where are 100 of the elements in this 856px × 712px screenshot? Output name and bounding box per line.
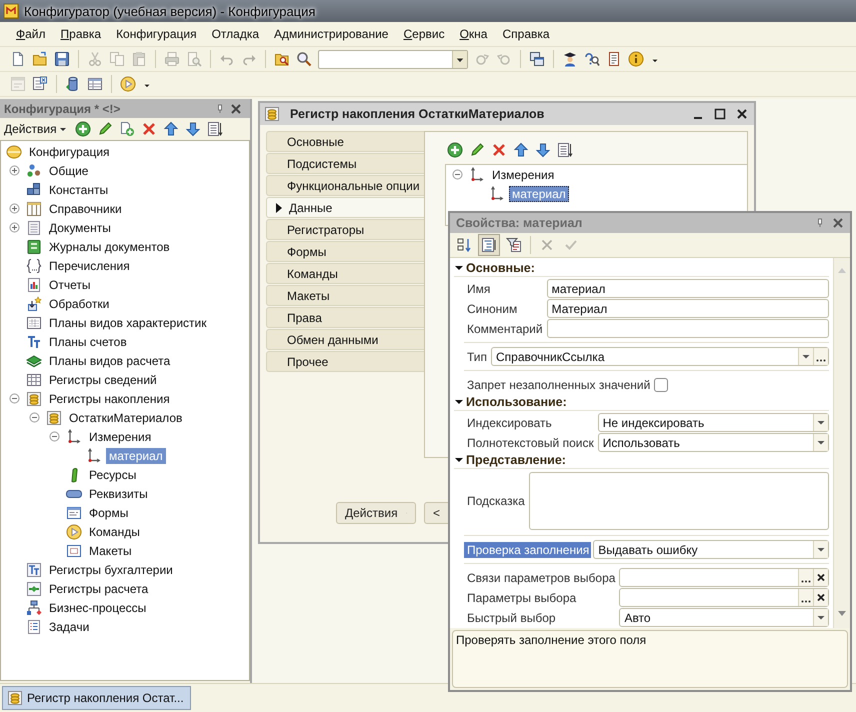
property-label[interactable]: Тип xyxy=(464,348,490,364)
graduate-icon[interactable] xyxy=(562,51,578,67)
group-toggle-icon[interactable] xyxy=(454,397,464,407)
arrow-down-icon[interactable] xyxy=(184,121,201,137)
tree-item[interactable]: Журналы документов xyxy=(46,238,173,254)
tab[interactable]: Обмен данными xyxy=(266,329,424,350)
menu-item[interactable]: Сервис xyxy=(403,27,453,41)
clear-button[interactable] xyxy=(813,589,828,606)
tree-item[interactable]: Перечисления xyxy=(46,258,133,274)
select-field[interactable]: Авто xyxy=(619,608,829,627)
ellipsis-button[interactable] xyxy=(798,569,813,586)
tree-item[interactable]: Команды xyxy=(86,524,143,540)
ellipsis-button[interactable] xyxy=(813,348,828,365)
property-label[interactable]: Полнотекстовый поиск xyxy=(464,434,596,450)
tree-item[interactable]: Константы xyxy=(46,182,112,198)
book-icon[interactable] xyxy=(606,51,622,67)
choice-field[interactable] xyxy=(619,588,829,607)
add-icon[interactable] xyxy=(74,121,91,137)
collapse-toggle[interactable] xyxy=(452,169,463,180)
text-field[interactable]: Материал xyxy=(546,299,829,318)
tree-item[interactable]: Справочники xyxy=(46,200,125,216)
pencil-icon[interactable] xyxy=(96,121,113,137)
table-icon[interactable] xyxy=(87,76,103,92)
pin-icon[interactable] xyxy=(216,104,224,114)
tree-item[interactable]: Реквизиты xyxy=(86,486,151,502)
maximize-button[interactable] xyxy=(714,108,726,120)
tab[interactable]: Регистраторы xyxy=(266,219,424,240)
dropdown-button[interactable] xyxy=(813,434,828,451)
dropdown-button[interactable] xyxy=(452,50,467,68)
tree-item[interactable]: Формы xyxy=(86,504,132,520)
categories-icon[interactable] xyxy=(478,234,500,256)
group-toggle-icon[interactable] xyxy=(454,455,464,465)
tree-item[interactable]: Планы видов характеристик xyxy=(46,314,210,330)
scroll-down-icon[interactable] xyxy=(838,611,846,616)
info-icon[interactable] xyxy=(628,51,644,67)
tree-item[interactable]: Планы видов расчета xyxy=(46,352,174,368)
sort-icon[interactable] xyxy=(206,121,223,137)
tree-item[interactable]: Общие xyxy=(46,162,92,178)
dropdown-button[interactable] xyxy=(813,414,828,431)
menu-item[interactable]: Отладка xyxy=(212,27,268,41)
text-field[interactable] xyxy=(546,319,829,338)
add-copy-icon[interactable] xyxy=(118,121,135,137)
actions-menu[interactable]: Действия xyxy=(4,122,57,136)
menu-item[interactable]: Окна xyxy=(460,27,496,41)
property-label[interactable]: Подсказка xyxy=(464,493,527,509)
collapse-toggle[interactable] xyxy=(49,431,60,442)
tree-item[interactable]: Документы xyxy=(46,220,114,236)
expand-toggle[interactable] xyxy=(9,203,20,214)
select-field[interactable]: Выдавать ошибку xyxy=(593,540,829,559)
menu-item[interactable]: Правка xyxy=(60,27,110,41)
property-label[interactable]: Проверка заполнения xyxy=(464,542,592,558)
tree-item[interactable]: Регистры сведений xyxy=(46,372,160,388)
pencil-icon[interactable] xyxy=(469,142,485,158)
tab[interactable]: Прочее xyxy=(266,351,424,372)
tree-item[interactable]: Отчеты xyxy=(46,276,94,292)
tree-item[interactable]: Бизнес-процессы xyxy=(46,600,150,616)
tree-item[interactable]: Измерения xyxy=(86,428,154,444)
tree-item[interactable]: Измерения xyxy=(489,166,558,182)
play-icon[interactable] xyxy=(120,76,136,92)
filter-icon[interactable] xyxy=(504,235,524,255)
menu-item[interactable]: Файл xyxy=(16,27,54,41)
tab[interactable]: Права xyxy=(266,307,424,328)
search-field[interactable] xyxy=(318,50,468,68)
property-label[interactable]: Комментарий xyxy=(464,320,545,336)
ellipsis-button[interactable] xyxy=(798,589,813,606)
close-button[interactable] xyxy=(736,108,748,120)
select-field[interactable]: Не индексировать xyxy=(598,413,829,432)
arrow-down-icon[interactable] xyxy=(535,142,551,158)
tree-item[interactable]: Обработки xyxy=(46,296,112,312)
text-field[interactable]: материал xyxy=(546,279,829,298)
property-label[interactable]: Имя xyxy=(464,280,545,296)
dropdown-button[interactable] xyxy=(813,541,828,558)
arrow-up-icon[interactable] xyxy=(162,121,179,137)
arrow-up-icon[interactable] xyxy=(513,142,529,158)
pin-icon[interactable] xyxy=(816,218,824,228)
checkbox[interactable] xyxy=(654,378,668,392)
select-field[interactable]: СправочникСсылка xyxy=(491,347,829,366)
menu-item[interactable]: Справка xyxy=(502,27,558,41)
tree-item[interactable]: Регистры бухгалтерии xyxy=(46,562,176,578)
property-label[interactable]: Быстрый выбор xyxy=(464,610,618,626)
tab[interactable]: Команды xyxy=(266,263,424,284)
expand-toggle[interactable] xyxy=(9,222,20,233)
folder-search-icon[interactable] xyxy=(274,51,290,67)
window-tab[interactable]: Регистр накопления Остат... xyxy=(2,686,191,710)
tree-item[interactable]: Регистры накопления xyxy=(46,390,173,406)
tree-item[interactable]: Макеты xyxy=(86,542,135,558)
tab[interactable]: Макеты xyxy=(266,285,424,306)
hint-field[interactable] xyxy=(528,472,829,530)
clear-button[interactable] xyxy=(813,569,828,586)
menu-item[interactable]: Конфигурация xyxy=(116,27,205,41)
search-icon[interactable] xyxy=(296,51,312,67)
tree-item[interactable]: Регистры расчета xyxy=(46,580,152,596)
close-icon[interactable] xyxy=(230,102,242,114)
delete-icon[interactable] xyxy=(140,121,157,137)
group-toggle-icon[interactable] xyxy=(454,263,464,273)
menu-item[interactable]: Администрирование xyxy=(274,27,396,41)
dropdown-button[interactable] xyxy=(798,348,813,365)
dropdown-button[interactable] xyxy=(813,609,828,626)
help-search-icon[interactable] xyxy=(584,51,600,67)
tree-item[interactable]: Задачи xyxy=(46,618,92,634)
